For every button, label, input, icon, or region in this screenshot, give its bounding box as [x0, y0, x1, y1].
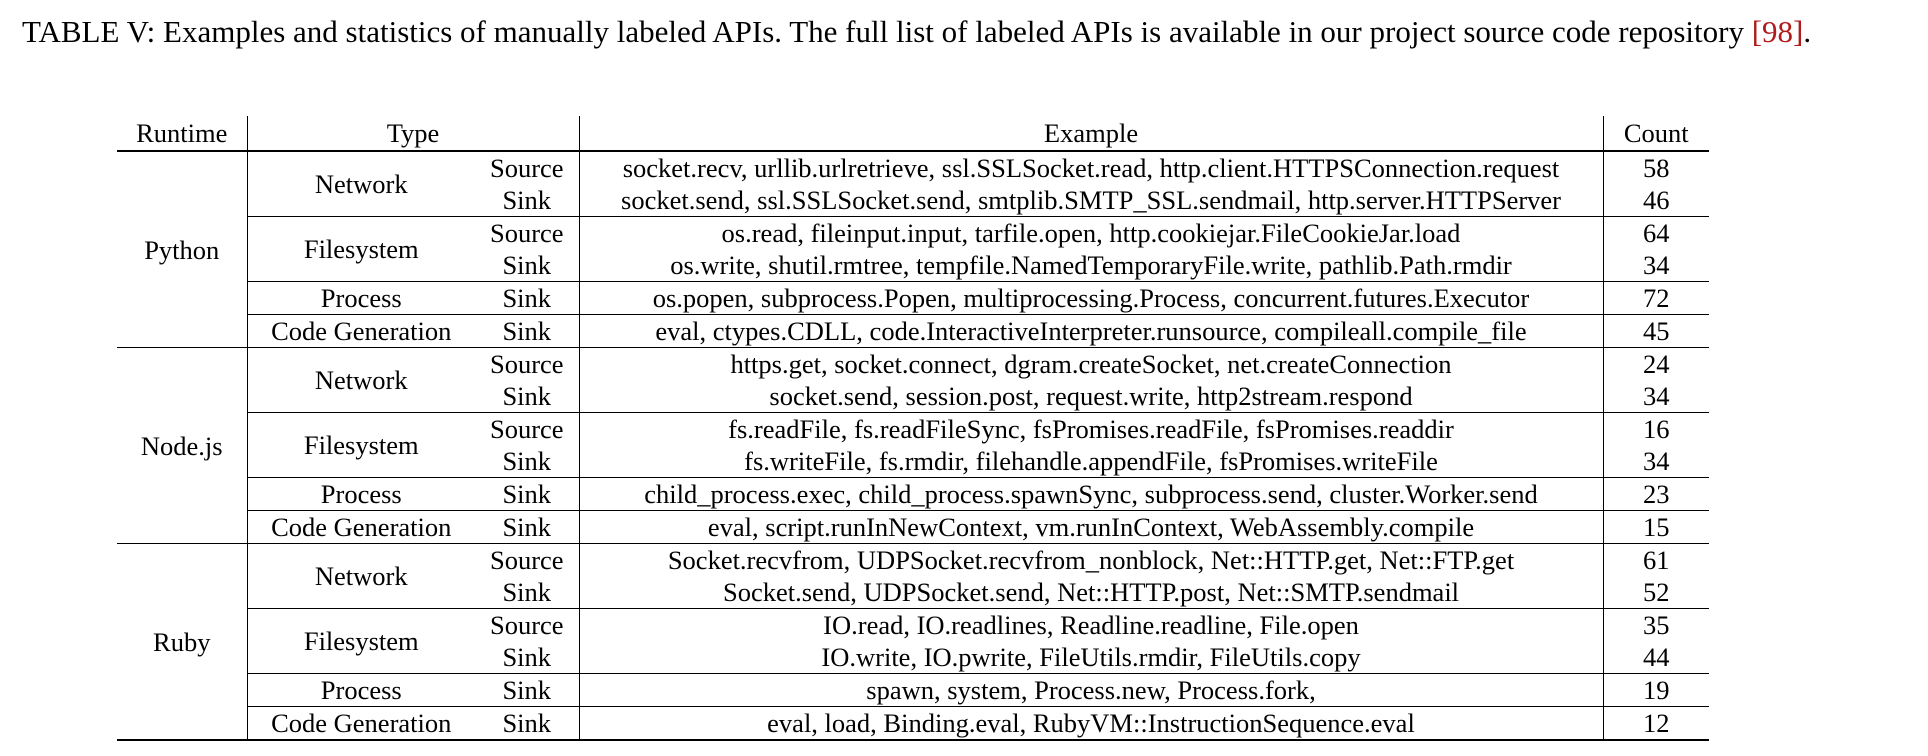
- direction-cell: Source: [475, 347, 580, 380]
- example-cell: Socket.recvfrom, UDPSocket.recvfrom_nonb…: [579, 543, 1604, 576]
- example-cell: eval, load, Binding.eval, RubyVM::Instru…: [579, 706, 1604, 740]
- table-row: Node.js Network Source https.get, socket…: [117, 347, 1709, 544]
- example-cell: Socket.send, UDPSocket.send, Net::HTTP.p…: [579, 576, 1604, 609]
- direction-cell: Sink: [475, 706, 580, 740]
- count-cell: 72: [1603, 281, 1709, 315]
- example-cell: IO.read, IO.readlines, Readline.readline…: [579, 608, 1604, 641]
- direction-cell: Sink: [475, 576, 580, 609]
- table-row: Process Sink os.popen, subprocess.Popen,…: [117, 281, 1709, 315]
- type-cell: Code Generation: [247, 706, 475, 740]
- example-cell: eval, script.runInNewContext, vm.runInCo…: [579, 510, 1604, 544]
- direction-cell: Sink: [475, 673, 580, 707]
- api-table-wrapper: Runtime Type Example Count Python Networ…: [117, 116, 1709, 741]
- count-cell: 44: [1643, 642, 1670, 672]
- type-cell: Process: [247, 673, 475, 707]
- direction-cell: Sink: [475, 249, 580, 282]
- caption-text: TABLE V: Examples and statistics of manu…: [22, 14, 1752, 49]
- type-cell: Filesystem: [247, 608, 475, 674]
- example-cell: os.write, shutil.rmtree, tempfile.NamedT…: [579, 249, 1604, 282]
- count-cell: 45: [1603, 314, 1709, 348]
- count-cell: 46: [1643, 185, 1670, 215]
- citation-link[interactable]: [98]: [1752, 14, 1804, 49]
- table-row: Process Sink spawn, system, Process.new,…: [117, 673, 1709, 707]
- count-cell: 23: [1603, 477, 1709, 511]
- example-cell: eval, ctypes.CDLL, code.InteractiveInter…: [579, 314, 1604, 348]
- direction-cell: Sink: [475, 184, 580, 217]
- table-row: Filesystem Source os.read, fileinput.inp…: [117, 216, 1709, 282]
- type-cell: Network: [314, 169, 408, 199]
- example-cell: https.get, socket.connect, dgram.createS…: [579, 347, 1604, 380]
- direction-cell: Sink: [475, 510, 580, 544]
- count-cell: 35: [1603, 608, 1709, 641]
- table-row: Python Network Source socket.recv, urlli…: [117, 151, 1709, 348]
- example-cell: os.read, fileinput.input, tarfile.open, …: [579, 216, 1604, 249]
- direction-cell: Sink: [475, 477, 580, 511]
- example-cell: IO.write, IO.pwrite, FileUtils.rmdir, Fi…: [579, 641, 1604, 674]
- direction-cell: Source: [475, 216, 580, 249]
- table-header-row: Runtime Type Example Count: [117, 116, 1709, 152]
- table-row: Ruby Network Source Socket.recvfrom, UDP…: [117, 543, 1709, 740]
- direction-cell: Sink: [475, 380, 580, 413]
- header-count: Count: [1603, 116, 1709, 152]
- table-row: Code Generation Sink eval, ctypes.CDLL, …: [117, 314, 1709, 348]
- direction-cell: Sink: [475, 445, 580, 478]
- runtime-cell: Ruby: [117, 543, 248, 740]
- header-runtime: Runtime: [117, 116, 248, 152]
- table-row: Filesystem Source IO.read, IO.readlines,…: [117, 608, 1709, 674]
- example-cell: socket.recv, urllib.urlretrieve, ssl.SSL…: [579, 151, 1604, 184]
- count-cell: 52: [1643, 577, 1670, 607]
- table-row: Code Generation Sink eval, script.runInN…: [117, 510, 1709, 544]
- type-cell: Network: [247, 347, 475, 413]
- direction-cell: Source: [475, 151, 580, 184]
- runtime-cell: Node.js: [117, 347, 248, 544]
- example-cell: child_process.exec, child_process.spawnS…: [579, 477, 1604, 511]
- count-cell: 34: [1643, 250, 1670, 280]
- header-type: Type: [247, 116, 580, 152]
- runtime-cell: Python: [117, 151, 248, 348]
- example-cell: fs.readFile, fs.readFileSync, fsPromises…: [579, 412, 1604, 445]
- count-cell: 34: [1643, 381, 1670, 411]
- direction-cell: Sink: [475, 314, 580, 348]
- example-cell: spawn, system, Process.new, Process.fork…: [579, 673, 1604, 707]
- count-cell: 58: [1643, 153, 1670, 183]
- direction-cell: Source: [475, 543, 580, 576]
- count-cell: 16: [1603, 412, 1709, 445]
- type-cell: Network: [247, 543, 475, 609]
- example-cell: socket.send, session.post, request.write…: [579, 380, 1604, 413]
- api-table: Runtime Type Example Count Python Networ…: [117, 116, 1709, 741]
- header-example: Example: [579, 116, 1604, 152]
- example-cell: os.popen, subprocess.Popen, multiprocess…: [579, 281, 1604, 315]
- direction-cell: Source: [475, 608, 580, 641]
- type-cell: Process: [247, 477, 475, 511]
- type-cell: Code Generation: [247, 510, 475, 544]
- table-row: Process Sink child_process.exec, child_p…: [117, 477, 1709, 511]
- example-cell: socket.send, ssl.SSLSocket.send, smtplib…: [579, 184, 1604, 217]
- example-cell: fs.writeFile, fs.rmdir, filehandle.appen…: [579, 445, 1604, 478]
- table-row: Code Generation Sink eval, load, Binding…: [117, 706, 1709, 740]
- count-cell: 24: [1603, 347, 1709, 380]
- direction-cell: Sink: [475, 281, 580, 315]
- type-cell: Filesystem: [247, 216, 475, 282]
- table-caption: TABLE V: Examples and statistics of manu…: [22, 12, 1908, 52]
- count-cell: 61: [1603, 543, 1709, 576]
- type-cell: Process: [247, 281, 475, 315]
- type-cell: Filesystem: [247, 412, 475, 478]
- count-cell: 15: [1603, 510, 1709, 544]
- count-cell: 12: [1603, 706, 1709, 740]
- direction-cell: Sink: [475, 641, 580, 674]
- count-cell: 19: [1603, 673, 1709, 707]
- type-cell: Code Generation: [247, 314, 475, 348]
- count-cell: 64: [1603, 216, 1709, 249]
- direction-cell: Source: [475, 412, 580, 445]
- caption-end: .: [1803, 14, 1812, 49]
- table-row: Filesystem Source fs.readFile, fs.readFi…: [117, 412, 1709, 478]
- count-cell: 34: [1643, 446, 1670, 476]
